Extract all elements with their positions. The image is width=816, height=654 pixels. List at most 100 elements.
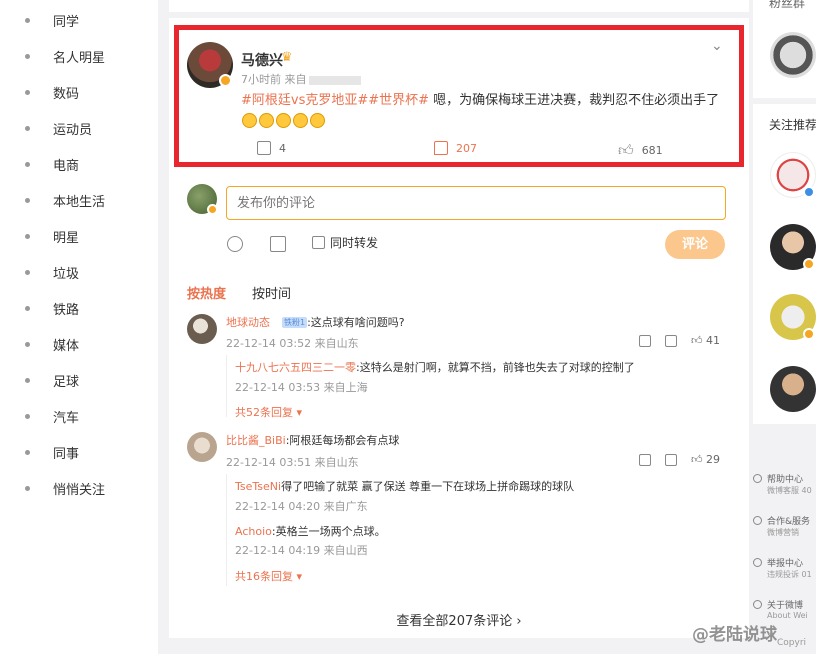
comment-input[interactable]	[226, 186, 726, 220]
also-forward-checkbox[interactable]	[312, 236, 325, 249]
chevron-down-icon[interactable]: ⌄	[711, 38, 723, 54]
bullet-icon	[25, 269, 30, 275]
image-icon[interactable]	[270, 236, 286, 252]
watermark: @老陆说球	[692, 625, 777, 645]
nav-item[interactable]: 电商	[0, 152, 158, 176]
laugh-emoji-icon	[259, 113, 274, 128]
bullet-icon	[25, 17, 30, 23]
commenter-name[interactable]: 比比酱_BiBi	[226, 434, 286, 447]
comment-actions: 👍︎ 29	[639, 453, 720, 466]
nav-item[interactable]: 汽车	[0, 404, 158, 428]
reply-text: Achoio:英格兰一场两个点球。	[235, 525, 386, 538]
verified-badge-icon	[207, 204, 218, 215]
post-text: #阿根廷vs克罗地亚##世界杯# 嗯，为确保梅球王进决赛，裁判忍不住必须出手了	[241, 90, 731, 132]
bullet-icon	[25, 341, 30, 347]
like-button[interactable]: 👍︎ 681	[618, 141, 663, 160]
comment-actions: 👍︎ 41	[639, 334, 720, 347]
reply-icon[interactable]	[665, 453, 677, 466]
verified-badge-icon	[219, 74, 232, 87]
thumbs-up-icon: 👍︎	[618, 141, 634, 159]
comment-button[interactable]: 207	[434, 141, 477, 155]
laugh-emoji-icon	[276, 113, 291, 128]
comment-text: 比比酱_BiBi:阿根廷每场都会有点球	[226, 434, 400, 447]
laugh-emoji-icon	[310, 113, 325, 128]
reply-divider	[226, 474, 227, 586]
emoji-icon[interactable]	[227, 236, 243, 252]
nav-item[interactable]: 数码	[0, 80, 158, 104]
nav-item[interactable]: 明星	[0, 224, 158, 248]
previous-post-footer	[169, 0, 749, 12]
comment-like-button[interactable]: 👍︎ 29	[691, 453, 720, 466]
footer-link[interactable]: 帮助中心 微博客服 40	[767, 472, 816, 496]
fans-group-avatar[interactable]	[770, 32, 816, 78]
nav-item[interactable]: 悄悄关注	[0, 476, 158, 500]
view-all-comments-link[interactable]: 查看全部207条评论 ›	[169, 610, 749, 629]
replier-name[interactable]: Achoio	[235, 525, 272, 538]
share-icon[interactable]	[639, 453, 651, 466]
footer-link[interactable]: 举报中心 违规投诉 01	[767, 556, 816, 580]
comment-icon	[434, 141, 448, 155]
forward-icon	[257, 141, 271, 155]
share-icon[interactable]	[639, 334, 651, 347]
right-sidebar: 粉丝群 关注推荐 帮助中心 微博客服 40 合作&服务 微博营销 举报中心 违规投诉 …	[753, 0, 816, 654]
recommend-avatar[interactable]	[770, 366, 816, 412]
follow-recommend-card: 关注推荐	[753, 104, 816, 424]
nav-item[interactable]: 媒体	[0, 332, 158, 356]
nav-item[interactable]: 足球	[0, 368, 158, 392]
reply-text: 十九八七六五四三二一零:这特么是射门啊，就算不挡，前锋也失去了对球的控制了	[235, 361, 635, 374]
bullet-icon	[25, 197, 30, 203]
bullet-icon	[25, 305, 30, 311]
forward-button[interactable]: 4	[257, 141, 286, 155]
bullet-icon	[25, 233, 30, 239]
fan-badge: 铁粉1	[282, 317, 308, 328]
nav-item[interactable]: 本地生活	[0, 188, 158, 212]
heart-icon	[753, 516, 762, 525]
reply-time: 22-12-14 04:19 来自山西	[235, 544, 368, 557]
also-forward-label: 同时转发	[330, 236, 379, 250]
reply-time: 22-12-14 04:20 来自广东	[235, 500, 368, 513]
bullet-icon	[25, 413, 30, 419]
footer-link[interactable]: 合作&服务 微博营销	[767, 514, 816, 538]
verified-badge-icon	[803, 186, 815, 198]
commenter-avatar[interactable]	[187, 314, 217, 344]
left-nav: 同学 名人明星 数码 运动员 电商 本地生活 明星 垃圾 铁路 媒体 足球 汽车…	[0, 0, 158, 654]
laugh-emoji-icon	[293, 113, 308, 128]
bullet-icon	[25, 485, 30, 491]
crown-icon: ♛	[281, 50, 293, 65]
tab-sort-hot[interactable]: 按热度	[187, 283, 226, 302]
tab-sort-time[interactable]: 按时间	[252, 283, 291, 302]
nav-item[interactable]: 垃圾	[0, 260, 158, 284]
hashtag-link[interactable]: #阿根廷vs克罗地亚##世界杯#	[241, 93, 429, 108]
bullet-icon	[25, 449, 30, 455]
report-icon	[753, 558, 762, 567]
replier-name[interactable]: 十九八七六五四三二一零	[235, 361, 356, 374]
replier-name[interactable]: TseTseNi	[235, 480, 281, 493]
bullet-icon	[25, 53, 30, 59]
more-replies-link[interactable]: 共52条回复 ▾	[235, 404, 302, 420]
nav-item[interactable]: 同事	[0, 440, 158, 464]
comment-time: 22-12-14 03:51 来自山东	[226, 456, 359, 469]
help-icon	[753, 474, 762, 483]
laugh-emoji-icon	[242, 113, 257, 128]
commenter-avatar[interactable]	[187, 432, 217, 462]
follow-recommend-title: 关注推荐	[769, 118, 816, 132]
reply-icon[interactable]	[665, 334, 677, 347]
nav-item[interactable]: 铁路	[0, 296, 158, 320]
comment-like-button[interactable]: 👍︎ 41	[691, 334, 720, 347]
main-feed: 马德兴 ♛ 7小时前 来自 ⌄ #阿根廷vs克罗地亚##世界杯# 嗯，为确保梅球…	[169, 0, 749, 654]
about-icon	[753, 600, 762, 609]
submit-comment-button[interactable]: 评论	[665, 230, 725, 259]
nav-item[interactable]: 同学	[0, 8, 158, 32]
verified-badge-icon	[803, 328, 815, 340]
footer-link[interactable]: 关于微博 About Wei	[767, 598, 816, 620]
nav-item[interactable]: 名人明星	[0, 44, 158, 68]
redacted-source	[308, 75, 361, 85]
reply-time: 22-12-14 03:53 来自上海	[235, 381, 368, 394]
more-replies-link[interactable]: 共16条回复 ▾	[235, 568, 302, 584]
fans-group-title: 粉丝群	[769, 0, 806, 10]
nav-item[interactable]: 运动员	[0, 116, 158, 140]
fans-group-card: 粉丝群	[753, 0, 816, 98]
bullet-icon	[25, 161, 30, 167]
author-name[interactable]: 马德兴	[241, 50, 283, 70]
commenter-name[interactable]: 地球动态	[226, 316, 270, 329]
